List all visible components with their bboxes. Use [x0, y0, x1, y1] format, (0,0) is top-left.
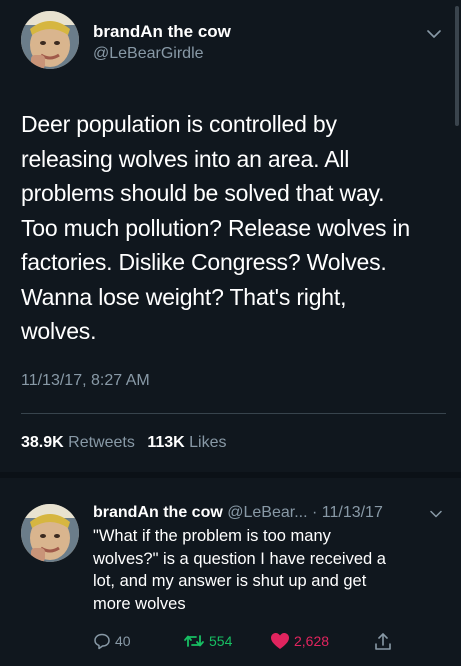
- likes-count: 113K: [147, 434, 185, 451]
- heart-icon: [271, 633, 289, 649]
- retweets-label: Retweets: [68, 434, 135, 451]
- tweet-timestamp[interactable]: 11/13/17, 8:27 AM: [21, 372, 150, 390]
- tweet-text: Deer population is controlled by releasi…: [21, 107, 451, 349]
- reply-text-line: more wolves: [93, 594, 186, 613]
- reply-header: brandAn the cow @LeBear... · 11/13/17: [93, 504, 383, 522]
- section-divider: [0, 472, 461, 478]
- likes-label: Likes: [189, 434, 227, 451]
- tweet-text-line: releasing wolves into an area. All: [21, 145, 350, 172]
- reply-icon: [94, 633, 110, 650]
- tweet-text-line: Deer population is controlled by: [21, 111, 337, 137]
- reply-date[interactable]: · 11/13/17: [312, 504, 383, 521]
- avatar[interactable]: [21, 11, 79, 69]
- author-handle[interactable]: @LeBearGirdle: [93, 45, 204, 63]
- reply-text-line: lot, and my answer is shut up and get: [93, 572, 367, 590]
- reply-button[interactable]: 40: [93, 632, 131, 650]
- share-button[interactable]: [374, 632, 392, 652]
- like-count: 2,628: [294, 633, 330, 649]
- reply-text-line: "What if the problem is too many: [93, 527, 331, 545]
- reply-author-name[interactable]: brandAn the cow: [93, 504, 223, 521]
- likes-stat[interactable]: 113K Likes: [147, 434, 226, 451]
- reply-count: 40: [115, 633, 131, 649]
- scrollbar[interactable]: [455, 6, 459, 126]
- retweet-count: 554: [209, 633, 233, 649]
- retweets-count: 38.9K: [21, 434, 64, 451]
- share-icon: [375, 633, 391, 650]
- chevron-down-icon[interactable]: [430, 510, 442, 518]
- tweet-text-line: problems should be solved that way.: [21, 180, 385, 206]
- reply-text: "What if the problem is too many wolves?…: [93, 525, 443, 615]
- engagement-stats: 38.9K Retweets 113K Likes: [21, 434, 227, 452]
- like-button[interactable]: 2,628: [270, 632, 329, 650]
- reply-avatar[interactable]: [21, 504, 79, 562]
- tweet-text-line: factories. Dislike Congress? Wolves.: [21, 249, 387, 275]
- reply-text-line: wolves?" is a question I have received a: [93, 549, 386, 568]
- retweet-icon: [184, 635, 204, 647]
- divider: [21, 413, 446, 414]
- chevron-down-icon[interactable]: [427, 29, 441, 39]
- retweet-button[interactable]: 554: [183, 632, 232, 650]
- tweet-text-line: Wanna lose weight? That's right,: [21, 283, 347, 310]
- reply-author-handle[interactable]: @LeBear...: [227, 504, 307, 521]
- tweet-text-line: Too much pollution? Release wolves in: [21, 214, 410, 241]
- author-name[interactable]: brandAn the cow: [93, 22, 231, 42]
- reply-actions: 40 554 2,628: [93, 632, 443, 656]
- retweets-stat[interactable]: 38.9K Retweets: [21, 434, 135, 451]
- tweet-text-line: wolves.: [21, 318, 97, 344]
